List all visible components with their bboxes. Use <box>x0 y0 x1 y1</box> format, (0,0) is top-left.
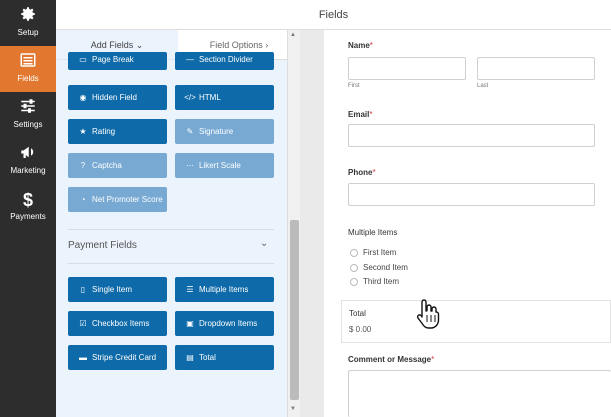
nav-label: Payments <box>10 212 46 221</box>
code-icon: </> <box>184 93 196 102</box>
total-value: $ 0.00 <box>349 325 372 334</box>
hand-cursor-icon <box>415 298 441 330</box>
eye-slash-icon: ◉ <box>79 93 87 102</box>
scroll-up-icon[interactable]: ▲ <box>290 32 296 38</box>
total-field[interactable]: Total $ 0.00 <box>341 300 611 343</box>
radio-button[interactable] <box>350 263 358 272</box>
field-button-net-promoter-score[interactable]: ◔ Net Promoter Score <box>68 187 167 212</box>
list-icon <box>0 51 56 73</box>
main-nav: Setup Fields Settings Marketing $ Paymen… <box>0 0 56 417</box>
likert-icon: ⋯ <box>186 161 194 170</box>
dollar-icon: $ <box>22 190 33 210</box>
field-button-page-break[interactable]: ▭ Page Break <box>68 52 167 70</box>
nav-marketing[interactable]: Marketing <box>0 138 56 184</box>
nav-fields[interactable]: Fields <box>0 46 56 92</box>
credit-card-icon: ▬ <box>79 353 87 362</box>
name-first-input[interactable] <box>348 57 466 80</box>
checkbox-icon: ☑ <box>79 319 87 328</box>
list-icon: ☰ <box>186 285 194 294</box>
field-button-likert-scale[interactable]: ⋯ Likert Scale <box>175 153 274 178</box>
phone-label: Phone* <box>348 168 376 177</box>
field-button-total[interactable]: ▤ Total <box>175 345 274 370</box>
field-button-section-divider[interactable]: ― Section Divider <box>175 52 274 70</box>
field-button-signature[interactable]: ✎ Signature <box>175 119 274 144</box>
panel-scrollbar[interactable]: ▲ ▼ <box>287 30 300 417</box>
nav-label: Marketing <box>10 166 46 175</box>
comment-textarea[interactable] <box>348 370 611 417</box>
page-break-icon: ▭ <box>79 55 87 64</box>
nav-settings[interactable]: Settings <box>0 92 56 138</box>
gauge-icon: ◔ <box>80 195 86 204</box>
scroll-down-icon[interactable]: ▼ <box>290 406 296 412</box>
scroll-thumb[interactable] <box>290 220 299 400</box>
field-button-dropdown-items[interactable]: ▣ Dropdown Items <box>175 311 274 336</box>
gear-icon <box>0 5 56 27</box>
star-icon: ★ <box>79 127 87 136</box>
chevron-down-icon[interactable]: ⌄ <box>260 238 268 249</box>
email-label: Email* <box>348 110 373 119</box>
sliders-icon <box>0 97 56 119</box>
page-title: Fields <box>318 9 349 21</box>
dropdown-icon: ▣ <box>186 319 194 328</box>
radio-option[interactable]: Second Item <box>350 263 408 272</box>
field-button-multiple-items[interactable]: ☰ Multiple Items <box>175 277 274 302</box>
preview-gutter <box>300 30 324 417</box>
field-button-single-item[interactable]: ▯ Single Item <box>68 277 167 302</box>
radio-button[interactable] <box>350 248 358 257</box>
name-last-input[interactable] <box>477 57 595 80</box>
field-button-html[interactable]: </> HTML <box>175 85 274 110</box>
name-first-sublabel: First <box>348 83 360 89</box>
field-button-captcha[interactable]: ? Captcha <box>68 153 167 178</box>
section-divider <box>68 229 274 230</box>
multiple-items-label: Multiple Items <box>348 228 398 237</box>
section-divider <box>68 263 274 264</box>
phone-input[interactable] <box>348 183 595 206</box>
chevron-right-icon: › <box>265 40 269 50</box>
radio-button[interactable] <box>350 277 358 286</box>
nav-label: Settings <box>13 120 43 129</box>
top-bar: Fields <box>56 0 611 30</box>
divider-icon: ― <box>186 55 194 64</box>
name-last-sublabel: Last <box>477 83 489 89</box>
megaphone-icon <box>0 143 56 165</box>
nav-payments[interactable]: $ Payments <box>0 184 56 230</box>
name-label: Name* <box>348 41 373 50</box>
nav-setup[interactable]: Setup <box>0 0 56 46</box>
field-button-checkbox-items[interactable]: ☑ Checkbox Items <box>68 311 167 336</box>
radio-option[interactable]: First Item <box>350 248 396 257</box>
total-label: Total <box>349 309 366 318</box>
radio-option[interactable]: Third Item <box>350 277 399 286</box>
comment-label: Comment or Message* <box>348 355 435 364</box>
field-button-stripe-credit-card[interactable]: ▬ Stripe Credit Card <box>68 345 167 370</box>
payment-fields-title[interactable]: Payment Fields <box>68 240 137 251</box>
nav-label: Fields <box>17 74 39 83</box>
field-button-rating[interactable]: ★ Rating <box>68 119 167 144</box>
chevron-down-icon: ⌄ <box>135 40 144 50</box>
file-icon: ▯ <box>80 285 86 294</box>
field-button-hidden-field[interactable]: ◉ Hidden Field <box>68 85 167 110</box>
question-icon: ? <box>80 161 86 170</box>
email-input[interactable] <box>348 124 595 147</box>
money-icon: ▤ <box>186 353 194 362</box>
pen-icon: ✎ <box>186 127 194 136</box>
nav-label: Setup <box>17 28 39 37</box>
